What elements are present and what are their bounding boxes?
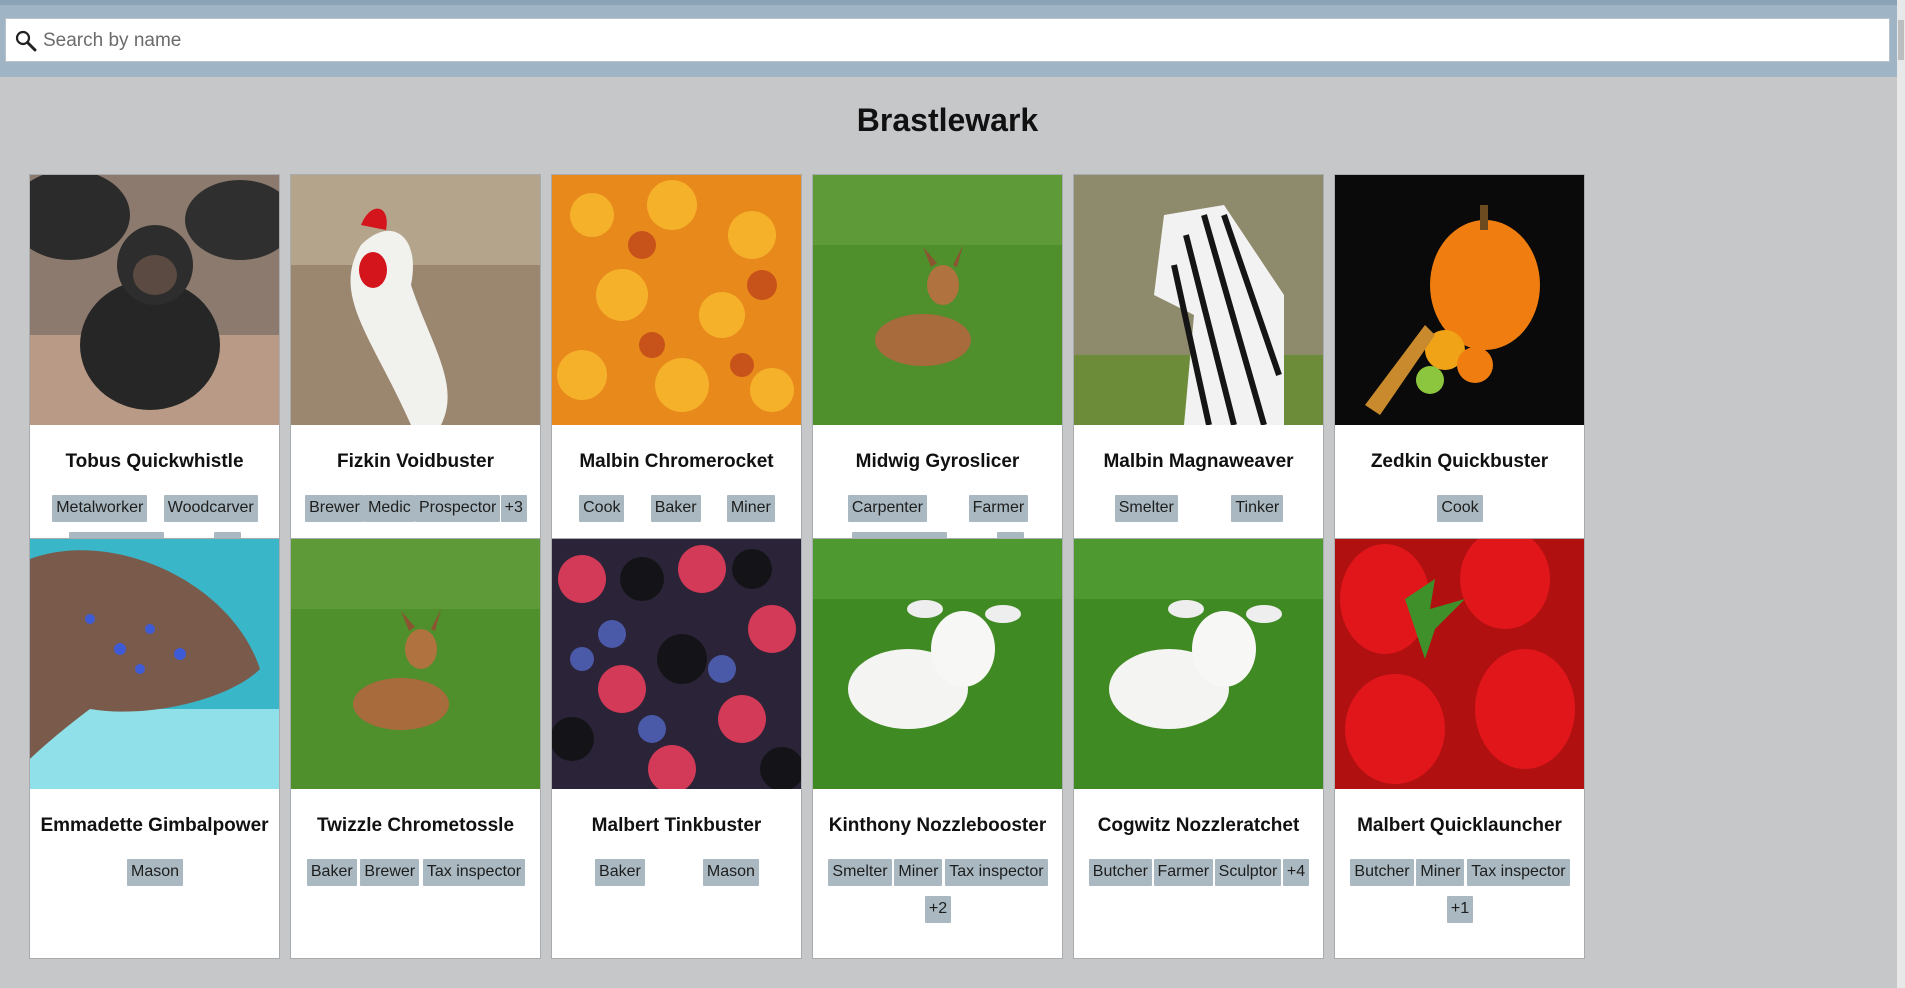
gnome-card[interactable]: Fizkin Voidbuster Brewer Medic Prospector +3 (290, 174, 541, 595)
gnome-card[interactable]: Twizzle Chrometossle Baker Brewer Tax inspe… (290, 538, 541, 959)
profession-badge: Baker (650, 495, 701, 522)
gnome-card[interactable]: Zedkin Quickbuster Cook (1334, 174, 1585, 595)
profession-list: Baker Brewer Tax inspector (305, 859, 527, 886)
gnome-thumbnail (1335, 539, 1584, 789)
profession-list: Butcher Miner Tax inspector +1 (1349, 859, 1571, 923)
profession-badge: Miner (894, 859, 943, 886)
gnome-name: Cogwitz Nozzleratchet (1097, 815, 1300, 836)
gnome-name: Tobus Quickwhistle (65, 451, 244, 472)
gnome-thumbnail (30, 539, 279, 789)
gnome-name: Malbert Tinkbuster (591, 815, 762, 836)
profession-badge: Mason (702, 859, 759, 886)
profession-badge: Prospector (415, 495, 501, 522)
profession-badge: Cook (579, 495, 625, 522)
gnome-card[interactable]: Cogwitz Nozzleratchet Butcher Farmer Sculpt… (1073, 538, 1324, 959)
page-title: Brastlewark (856, 102, 1039, 138)
profession-badge: Medic (364, 495, 415, 522)
profession-badge: Brewer (305, 495, 364, 522)
gnome-thumbnail (291, 175, 540, 425)
gnome-card[interactable]: Kinthony Nozzlebooster Smelter Miner Tax in… (812, 538, 1063, 959)
gnome-name: Emmadette Gimbalpower (40, 815, 269, 836)
gnome-thumbnail (552, 175, 801, 425)
profession-list: Mason (44, 859, 266, 886)
gnome-name: Malbin Chromerocket (579, 451, 774, 472)
profession-badge: Miner (726, 495, 775, 522)
profession-badge: Cook (1437, 495, 1483, 522)
gnome-card[interactable]: Malbin Magnaweaver Smelter Tinker (1073, 174, 1324, 595)
more-professions-badge[interactable]: +1 (1446, 896, 1474, 923)
gnome-card[interactable]: Malbert Tinkbuster Baker Mason (551, 538, 802, 959)
gnome-card[interactable]: Malbin Chromerocket Cook Baker Miner (551, 174, 802, 595)
more-professions-badge[interactable]: +4 (1282, 859, 1310, 886)
search-icon (15, 30, 37, 52)
gnome-thumbnail (813, 539, 1062, 789)
gnome-thumbnail (291, 539, 540, 789)
gnome-thumbnail (813, 175, 1062, 425)
gnome-thumbnail (552, 539, 801, 789)
profession-list: Smelter Tinker (1088, 495, 1310, 522)
profession-badge: Butcher (1350, 859, 1414, 886)
profession-badge: Woodcarver (163, 495, 258, 522)
profession-badge: Tax inspector (422, 859, 526, 886)
profession-badge: Smelter (1114, 495, 1178, 522)
gnome-name: Twizzle Chrometossle (316, 815, 515, 836)
profession-badge: Baker (595, 859, 645, 886)
search-box[interactable] (5, 18, 1890, 62)
profession-badge: Mason (126, 859, 184, 886)
profession-badge: Farmer (1153, 859, 1214, 886)
profession-list: Brewer Medic Prospector +3 (305, 495, 527, 522)
profession-list: Baker Mason (566, 859, 788, 886)
profession-badge: Tax inspector (1467, 859, 1570, 886)
gnome-thumbnail (1074, 175, 1323, 425)
profession-list: Smelter Miner Tax inspector +2 (827, 859, 1049, 923)
gnome-name: Kinthony Nozzlebooster (828, 815, 1047, 836)
more-professions-badge[interactable]: +2 (924, 896, 952, 923)
gnome-card[interactable]: Tobus QuickwhistleMetalworkerWoodcarverS… (29, 174, 280, 595)
scrollbar[interactable] (1897, 0, 1905, 988)
gnome-name: Fizkin Voidbuster (337, 451, 494, 472)
gnome-name: Malbin Magnaweaver (1103, 451, 1294, 472)
profession-badge: Baker (306, 859, 357, 886)
profession-badge: Farmer (968, 495, 1029, 522)
gnome-name: Midwig Gyroslicer (855, 451, 1020, 472)
profession-badge: Brewer (360, 859, 420, 886)
profession-badge: Butcher (1088, 859, 1152, 886)
profession-badge: Tax inspector (945, 859, 1048, 886)
profession-badge: Smelter (828, 859, 892, 886)
gnome-thumbnail (1074, 539, 1323, 789)
gnome-name: Malbert Quicklauncher (1357, 815, 1562, 836)
gnome-name: Zedkin Quickbuster (1370, 451, 1549, 472)
gnome-card[interactable]: Midwig GyroslicerCarpenterFarmerStonecar… (812, 174, 1063, 595)
top-bar (0, 0, 1905, 77)
profession-list: Cook (1349, 495, 1571, 522)
gnome-card[interactable]: Emmadette Gimbalpower Mason (29, 538, 280, 959)
gnome-card[interactable]: Malbert Quicklauncher Butcher Miner Tax ins… (1334, 538, 1585, 959)
profession-list: Butcher Farmer Sculptor +4 (1088, 859, 1310, 886)
profession-badge: Tinker (1231, 495, 1284, 522)
search-input[interactable] (41, 25, 1875, 57)
profession-badge: Miner (1416, 859, 1465, 886)
gnome-thumbnail (30, 175, 279, 425)
scrollbar-thumb[interactable] (1898, 20, 1904, 60)
more-professions-badge[interactable]: +3 (500, 495, 527, 522)
gnome-thumbnail (1335, 175, 1584, 425)
profession-list: Cook Baker Miner (566, 495, 788, 522)
profession-badge: Metalworker (52, 495, 148, 522)
profession-badge: Carpenter (847, 495, 927, 522)
profession-badge: Sculptor (1214, 859, 1282, 886)
